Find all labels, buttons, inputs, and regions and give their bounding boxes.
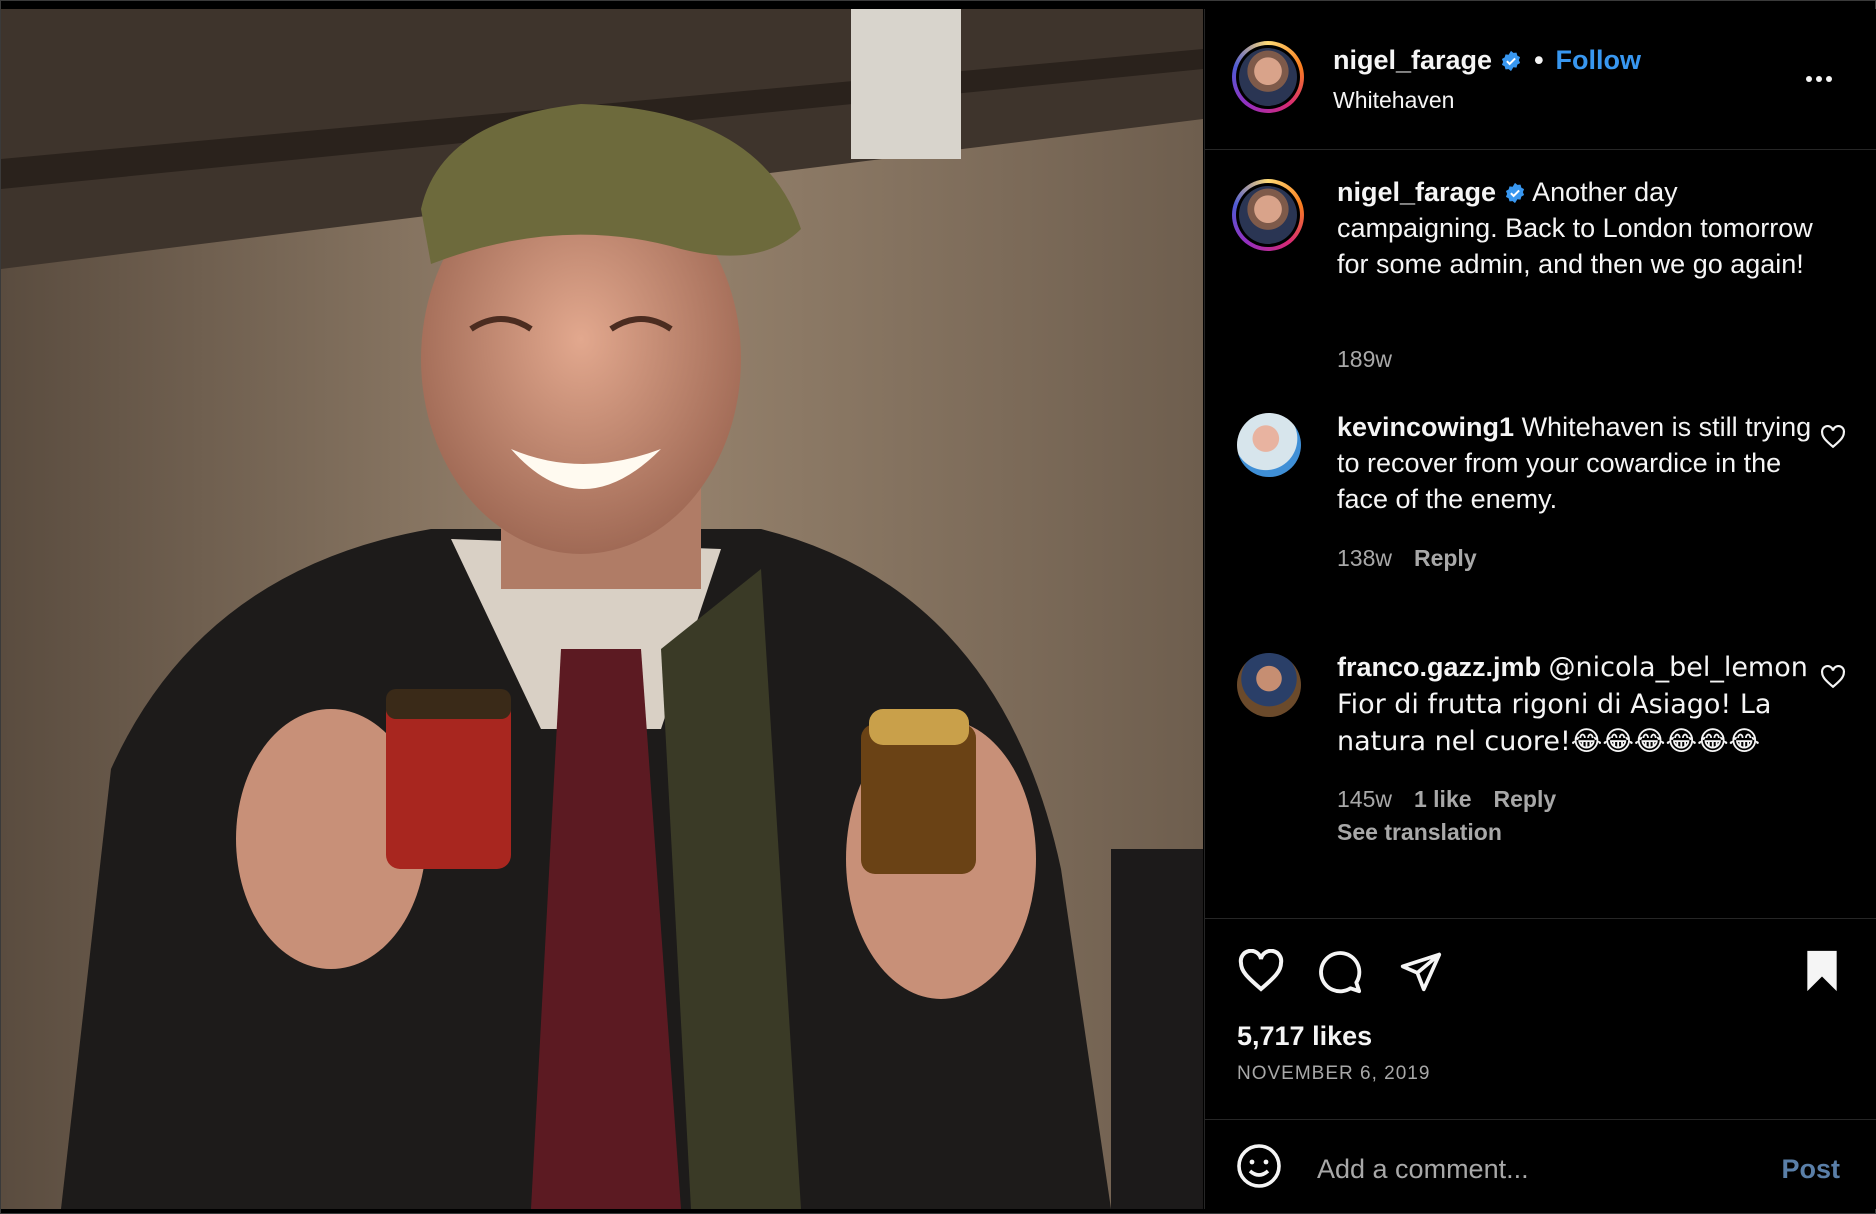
like-comment-heart-icon[interactable]: [1820, 665, 1846, 689]
heart-icon[interactable]: [1237, 949, 1285, 993]
post-side-panel: nigel_farage • Follow Whitehaven nigel_far…: [1204, 9, 1876, 1209]
author-username[interactable]: nigel_farage: [1333, 45, 1492, 75]
bookmark-icon[interactable]: [1802, 949, 1842, 993]
post-header: nigel_farage • Follow Whitehaven: [1205, 9, 1876, 150]
comment-age: 138w: [1337, 545, 1392, 571]
reply-button[interactable]: Reply: [1494, 786, 1557, 812]
comment-meta: 138w Reply: [1337, 545, 1477, 572]
caption-age: 189w: [1337, 346, 1392, 372]
follow-button[interactable]: Follow: [1556, 45, 1641, 75]
share-icon[interactable]: [1398, 949, 1444, 993]
caption-author-avatar[interactable]: [1232, 179, 1304, 251]
post-image: [1, 9, 1203, 1209]
more-options-icon[interactable]: [1806, 69, 1840, 82]
comment-username[interactable]: kevincowing1: [1337, 412, 1514, 442]
comment-icon[interactable]: [1317, 949, 1363, 995]
post-photo[interactable]: [1, 9, 1203, 1209]
comment-age: 145w: [1337, 786, 1392, 812]
commenter-avatar[interactable]: [1237, 413, 1301, 477]
post-actions: 5,717 likes NOVEMBER 6, 2019: [1205, 919, 1876, 1120]
comment-meta: 145w 1 like Reply: [1337, 786, 1556, 813]
separator-dot: •: [1534, 45, 1544, 75]
post-date: NOVEMBER 6, 2019: [1237, 1063, 1431, 1084]
comment-username[interactable]: franco.gazz.jmb: [1337, 652, 1541, 682]
instagram-post-window: nigel_farage • Follow Whitehaven nigel_far…: [0, 0, 1876, 1214]
comment-composer: Add a comment... Post: [1205, 1120, 1876, 1209]
header-author-line: nigel_farage • Follow: [1333, 45, 1641, 76]
comment-input[interactable]: Add a comment...: [1317, 1154, 1529, 1185]
comments-list[interactable]: nigel_farage Another day campaigning. Ba…: [1205, 150, 1876, 919]
caption-text-block: nigel_farage Another day campaigning. Ba…: [1337, 174, 1817, 282]
comment-text-block: kevincowing1 Whitehaven is still trying …: [1337, 409, 1817, 517]
emoji-icon[interactable]: [1235, 1142, 1283, 1190]
see-translation-link[interactable]: See translation: [1337, 819, 1502, 846]
post-location[interactable]: Whitehaven: [1333, 87, 1454, 114]
reply-button[interactable]: Reply: [1414, 545, 1477, 571]
likes-count[interactable]: 5,717 likes: [1237, 1021, 1372, 1052]
caption-username[interactable]: nigel_farage: [1337, 177, 1496, 207]
verified-badge-icon: [1505, 182, 1525, 204]
post-comment-button[interactable]: Post: [1781, 1154, 1840, 1185]
author-avatar[interactable]: [1232, 41, 1304, 113]
commenter-avatar[interactable]: [1237, 653, 1301, 717]
comment-likes-count[interactable]: 1 like: [1414, 786, 1472, 812]
verified-badge-icon: [1501, 50, 1521, 72]
like-comment-heart-icon[interactable]: [1820, 425, 1846, 449]
comment-text-block: franco.gazz.jmb @nicola_bel_lemon Fior d…: [1337, 649, 1817, 760]
